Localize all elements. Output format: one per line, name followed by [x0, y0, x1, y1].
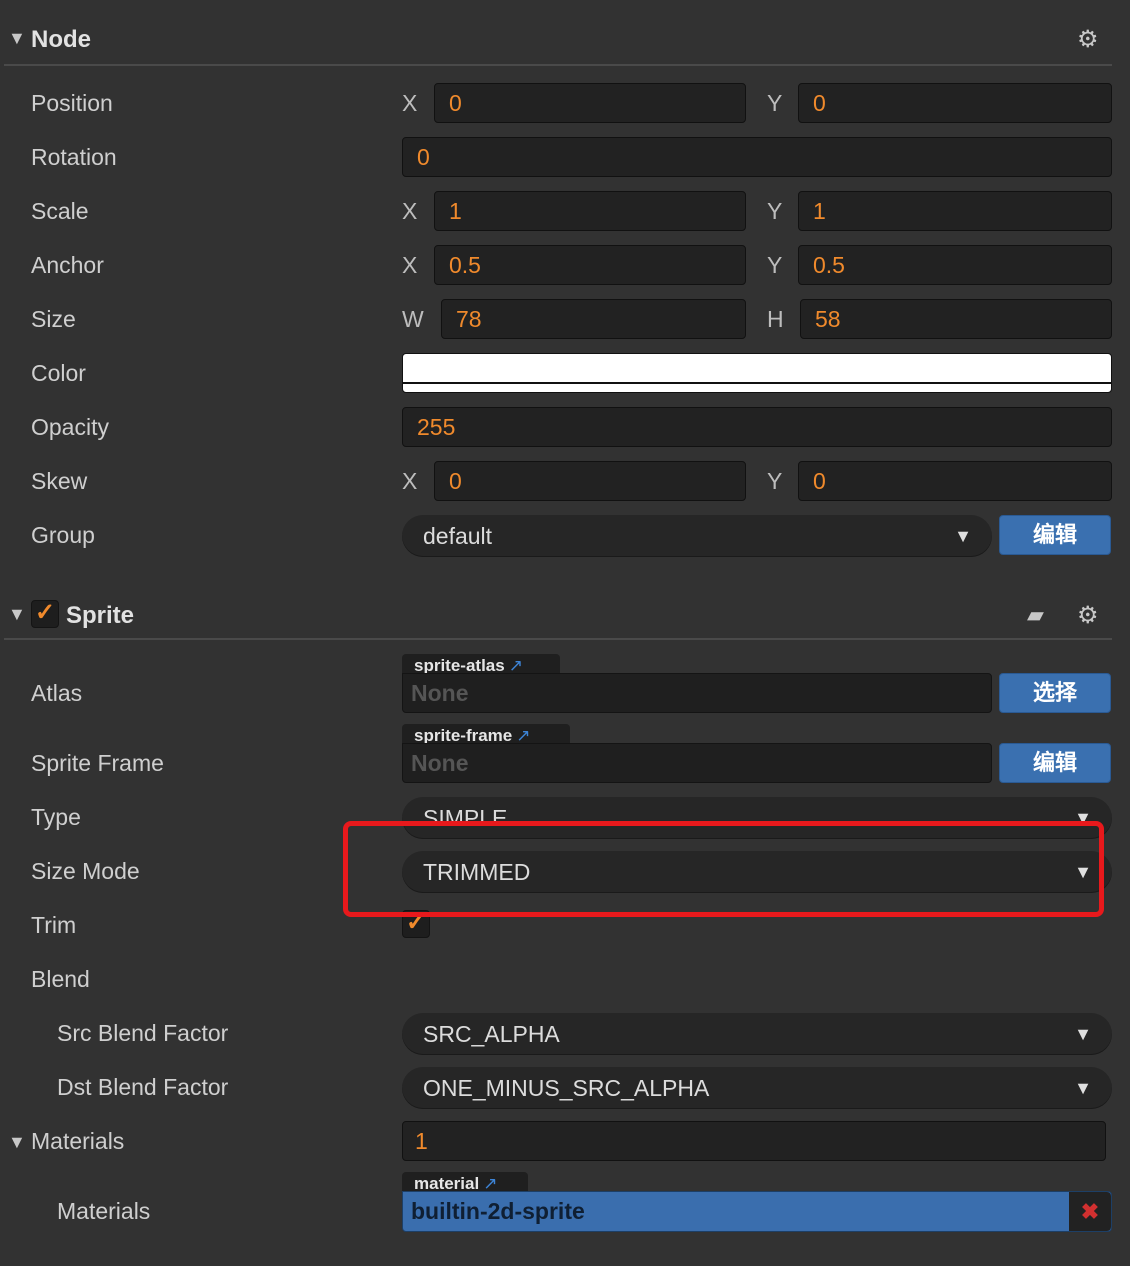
position-label: Position: [31, 90, 113, 116]
scale-y-label: Y: [767, 198, 783, 224]
sprite-section-header[interactable]: ▼ ✓ Sprite ▰ ⚙: [0, 592, 1112, 642]
gear-icon[interactable]: ⚙: [1077, 25, 1099, 54]
group-label: Group: [31, 522, 95, 548]
opacity-label: Opacity: [31, 414, 109, 440]
highlight-box: [343, 821, 1104, 917]
type-label: Type: [31, 804, 81, 830]
material-asset-value: builtin-2d-sprite: [411, 1198, 585, 1224]
materials-item-label: Materials: [57, 1198, 151, 1224]
trim-label: Trim: [31, 912, 77, 938]
chevron-down-icon: ▼: [1074, 1078, 1092, 1098]
book-icon[interactable]: ▰: [1027, 602, 1044, 628]
anchor-x-input[interactable]: 0.5: [434, 245, 746, 285]
material-remove-button[interactable]: ✖: [1069, 1192, 1111, 1231]
scale-x-input[interactable]: 1: [434, 191, 746, 231]
gear-icon[interactable]: ⚙: [1077, 601, 1099, 630]
sprite-enabled-checkbox[interactable]: ✓: [31, 600, 59, 628]
atlas-label: Atlas: [31, 680, 83, 706]
anchor-x-label: X: [402, 252, 418, 278]
materials-count-input[interactable]: 1: [402, 1121, 1106, 1161]
group-select-value: default: [423, 523, 493, 549]
sprite-frame-edit-button[interactable]: 编辑: [999, 743, 1111, 783]
dst-blend-factor-label: Dst Blend Factor: [57, 1074, 229, 1100]
anchor-y-input[interactable]: 0.5: [798, 245, 1112, 285]
collapse-triangle-icon[interactable]: ▼: [8, 28, 26, 49]
sprite-divider: [4, 638, 1112, 640]
chevron-down-icon: ▼: [1074, 1024, 1092, 1044]
size-height-input[interactable]: 58: [800, 299, 1112, 339]
scale-label: Scale: [31, 198, 89, 224]
group-edit-button[interactable]: 编辑: [999, 515, 1111, 555]
size-h-label: H: [767, 306, 784, 332]
rotation-input[interactable]: 0: [402, 137, 1112, 177]
dst-blend-factor-select[interactable]: ONE_MINUS_SRC_ALPHA ▼: [402, 1067, 1112, 1109]
chevron-down-icon: ▼: [954, 526, 972, 546]
atlas-asset-field[interactable]: None: [402, 673, 992, 713]
skew-y-input[interactable]: 0: [798, 461, 1112, 501]
anchor-y-label: Y: [767, 252, 783, 278]
src-blend-factor-select[interactable]: SRC_ALPHA ▼: [402, 1013, 1112, 1055]
position-x-input[interactable]: 0: [434, 83, 746, 123]
anchor-label: Anchor: [31, 252, 104, 278]
skew-y-label: Y: [767, 468, 783, 494]
node-section-title: Node: [31, 26, 91, 53]
sprite-frame-label: Sprite Frame: [31, 750, 164, 776]
dst-blend-factor-value: ONE_MINUS_SRC_ALPHA: [423, 1075, 710, 1101]
materials-array-label: Materials: [31, 1128, 125, 1154]
size-label: Size: [31, 306, 76, 332]
position-y-input[interactable]: 0: [798, 83, 1112, 123]
color-swatch[interactable]: [402, 353, 1112, 393]
scale-x-label: X: [402, 198, 418, 224]
src-blend-factor-label: Src Blend Factor: [57, 1020, 229, 1046]
collapse-triangle-icon[interactable]: ▼: [8, 604, 26, 625]
collapse-triangle-icon[interactable]: ▼: [8, 1132, 26, 1153]
position-x-label: X: [402, 90, 418, 116]
src-blend-factor-value: SRC_ALPHA: [423, 1021, 560, 1047]
sprite-frame-asset-field[interactable]: None: [402, 743, 992, 783]
position-y-label: Y: [767, 90, 783, 116]
blend-label: Blend: [31, 966, 90, 992]
material-asset-field[interactable]: builtin-2d-sprite ✖: [402, 1191, 1112, 1232]
color-alpha-bar: [403, 382, 1111, 384]
node-divider: [4, 64, 1112, 66]
sprite-section-title: Sprite: [66, 602, 135, 629]
rotation-label: Rotation: [31, 144, 117, 170]
group-select[interactable]: default ▼: [402, 515, 992, 557]
node-section-header[interactable]: ▼ Node ⚙: [0, 18, 1112, 68]
skew-label: Skew: [31, 468, 88, 494]
size-w-label: W: [402, 306, 424, 332]
size-mode-label: Size Mode: [31, 858, 140, 884]
scale-y-input[interactable]: 1: [798, 191, 1112, 231]
skew-x-input[interactable]: 0: [434, 461, 746, 501]
atlas-select-button[interactable]: 选择: [999, 673, 1111, 713]
color-label: Color: [31, 360, 86, 386]
size-width-input[interactable]: 78: [441, 299, 746, 339]
skew-x-label: X: [402, 468, 418, 494]
close-icon: ✖: [1080, 1199, 1100, 1224]
opacity-input[interactable]: 255: [402, 407, 1112, 447]
